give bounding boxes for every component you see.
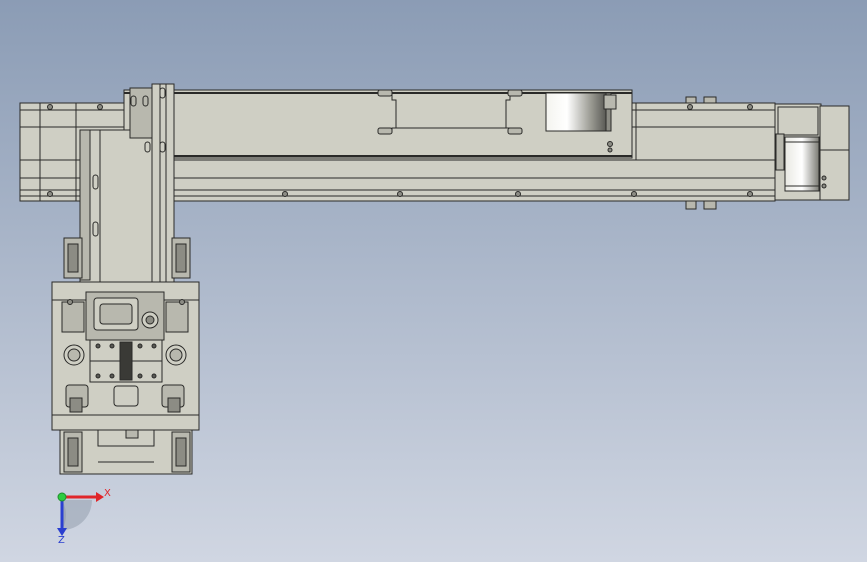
- z-axis-label: Z: [58, 535, 65, 546]
- cad-viewport[interactable]: X Z: [0, 0, 867, 562]
- chrome-bearing: [545, 92, 607, 132]
- x-axis-label: X: [104, 488, 111, 499]
- vertical-guide-plate: [151, 83, 175, 291]
- origin-marker: [57, 492, 67, 502]
- cad-drawing: X Z: [0, 0, 867, 562]
- motor-coupling: [784, 136, 820, 192]
